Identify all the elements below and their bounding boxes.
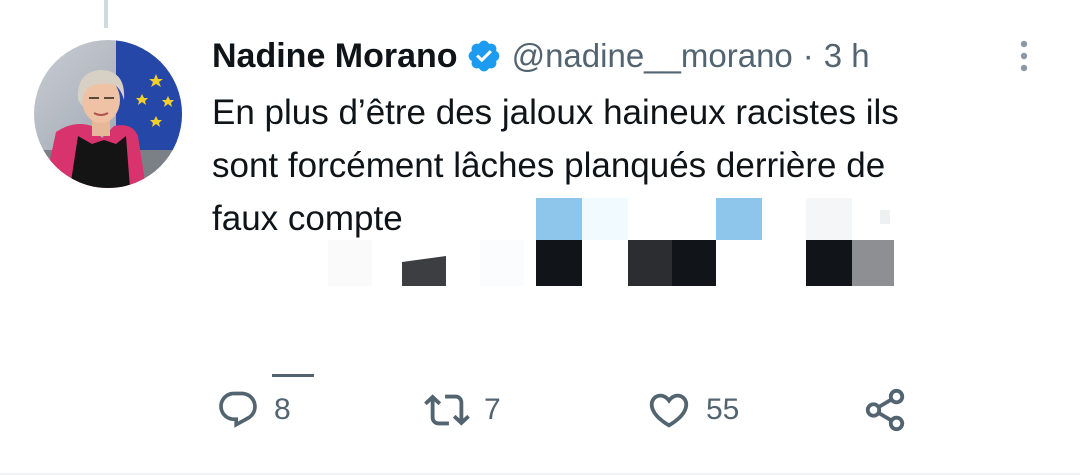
retweet-count: 7: [484, 393, 501, 426]
retweet-button[interactable]: 7: [424, 380, 501, 440]
tweet-text-line-3: faux compte: [212, 199, 403, 238]
like-button[interactable]: 55: [646, 380, 739, 440]
share-button[interactable]: [862, 380, 908, 440]
tweet-text-line-1: En plus d’être des jaloux haineux racist…: [212, 93, 899, 132]
verified-badge-icon: [468, 40, 499, 72]
separator-dot: ·: [802, 37, 814, 74]
heart-icon: [649, 393, 689, 428]
more-options-icon[interactable]: [1016, 38, 1032, 74]
like-count: 55: [706, 393, 740, 426]
retweet-icon: [424, 394, 470, 426]
tweet-text-line-2: sont forcément lâches planqués derrière …: [212, 146, 886, 185]
tweet-actions: 8 7 55: [0, 380, 1080, 440]
share-icon: [865, 388, 905, 432]
avatar[interactable]: [34, 40, 182, 188]
tweet-time[interactable]: 3 h: [824, 37, 870, 75]
reply-count: 8: [274, 393, 291, 426]
reply-icon: [219, 391, 257, 428]
tweet-text: En plus d’être des jaloux haineux racist…: [212, 86, 1032, 245]
author-name[interactable]: Nadine Morano: [212, 37, 458, 76]
thread-line: [104, 0, 108, 28]
tweet-header: Nadine Morano @nadine__morano · 3 h: [212, 34, 870, 78]
reply-button[interactable]: 8: [216, 380, 291, 440]
author-handle[interactable]: @nadine__morano: [512, 37, 793, 75]
